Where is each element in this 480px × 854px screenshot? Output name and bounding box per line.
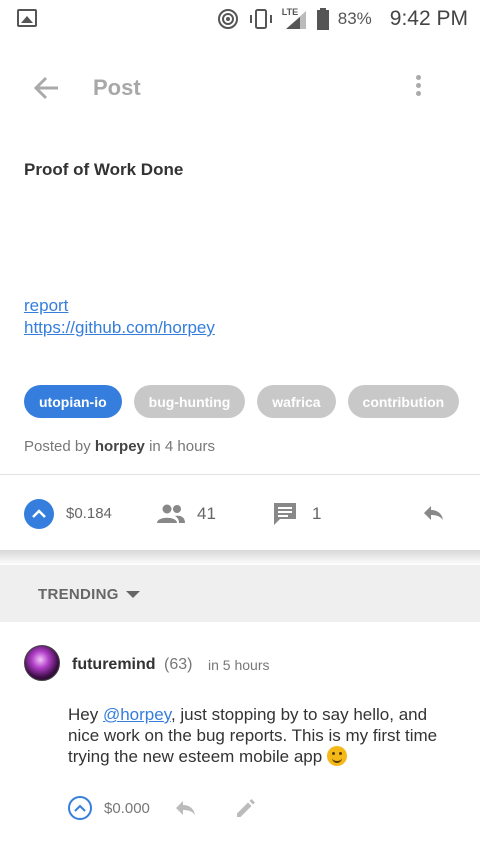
comment-author[interactable]: futuremind xyxy=(72,656,156,674)
edit-pencil-icon[interactable] xyxy=(234,796,258,820)
post-meta: Posted by horpey in 4 hours xyxy=(24,438,215,455)
page-title: Post xyxy=(93,75,141,100)
comment-body: Hey @horpey, just stopping by to say hel… xyxy=(68,704,460,767)
comment-reply-icon[interactable] xyxy=(174,798,196,818)
battery-icon xyxy=(316,8,329,30)
sort-dropdown[interactable]: TRENDING xyxy=(0,565,480,622)
voters-icon[interactable] xyxy=(156,503,186,525)
mention-link[interactable]: @horpey xyxy=(103,705,171,724)
post-title: Proof of Work Done xyxy=(24,160,184,179)
status-icons: LTE 83% 9:42 PM xyxy=(216,0,468,38)
tag-contribution[interactable]: contribution xyxy=(347,385,460,418)
post-time: in 4 hours xyxy=(149,438,215,455)
more-options-icon[interactable] xyxy=(408,72,428,104)
upvote-button[interactable] xyxy=(24,499,54,529)
post-actions: $0.184 41 1 xyxy=(0,475,480,550)
status-bar: LTE 83% 9:42 PM xyxy=(0,0,480,38)
posted-by-label: Posted by xyxy=(24,438,91,455)
avatar[interactable] xyxy=(24,645,60,681)
comment-reputation: (63) xyxy=(164,656,193,673)
vibrate-icon xyxy=(249,9,272,29)
github-link[interactable]: https://github.com/horpey xyxy=(24,318,215,338)
comment-payout[interactable]: $0.000 xyxy=(104,800,150,817)
reply-icon[interactable] xyxy=(422,503,444,523)
tag-utopian-io[interactable]: utopian-io xyxy=(24,385,122,418)
gallery-notification-icon xyxy=(17,9,37,27)
back-arrow-icon[interactable] xyxy=(28,70,64,106)
tag-list: utopian-io bug-hunting wafrica contribut… xyxy=(24,385,460,418)
voters-count[interactable]: 41 xyxy=(197,504,216,524)
card-shadow xyxy=(0,550,480,565)
caret-down-icon xyxy=(126,591,140,598)
hotspot-icon xyxy=(217,9,238,29)
chevron-up-icon xyxy=(32,509,46,518)
comments-count[interactable]: 1 xyxy=(312,504,321,524)
tag-wafrica[interactable]: wafrica xyxy=(257,385,336,418)
app-bar: Post xyxy=(0,58,480,118)
comment-upvote-button[interactable] xyxy=(68,796,92,820)
comments-icon[interactable] xyxy=(272,501,298,527)
sort-label: TRENDING xyxy=(38,586,119,603)
report-link[interactable]: report xyxy=(24,296,68,316)
smiley-emoji-icon xyxy=(326,746,347,766)
comment-time: in 5 hours xyxy=(208,657,270,673)
post-author[interactable]: horpey xyxy=(95,438,145,455)
battery-percent: 83% xyxy=(337,9,372,28)
chevron-up-icon xyxy=(74,804,86,812)
comment-text-start: Hey xyxy=(68,705,103,724)
tag-bug-hunting[interactable]: bug-hunting xyxy=(133,385,246,418)
signal-icon: LTE xyxy=(282,7,308,31)
post-payout[interactable]: $0.184 xyxy=(66,505,112,522)
clock: 9:42 PM xyxy=(389,7,468,30)
